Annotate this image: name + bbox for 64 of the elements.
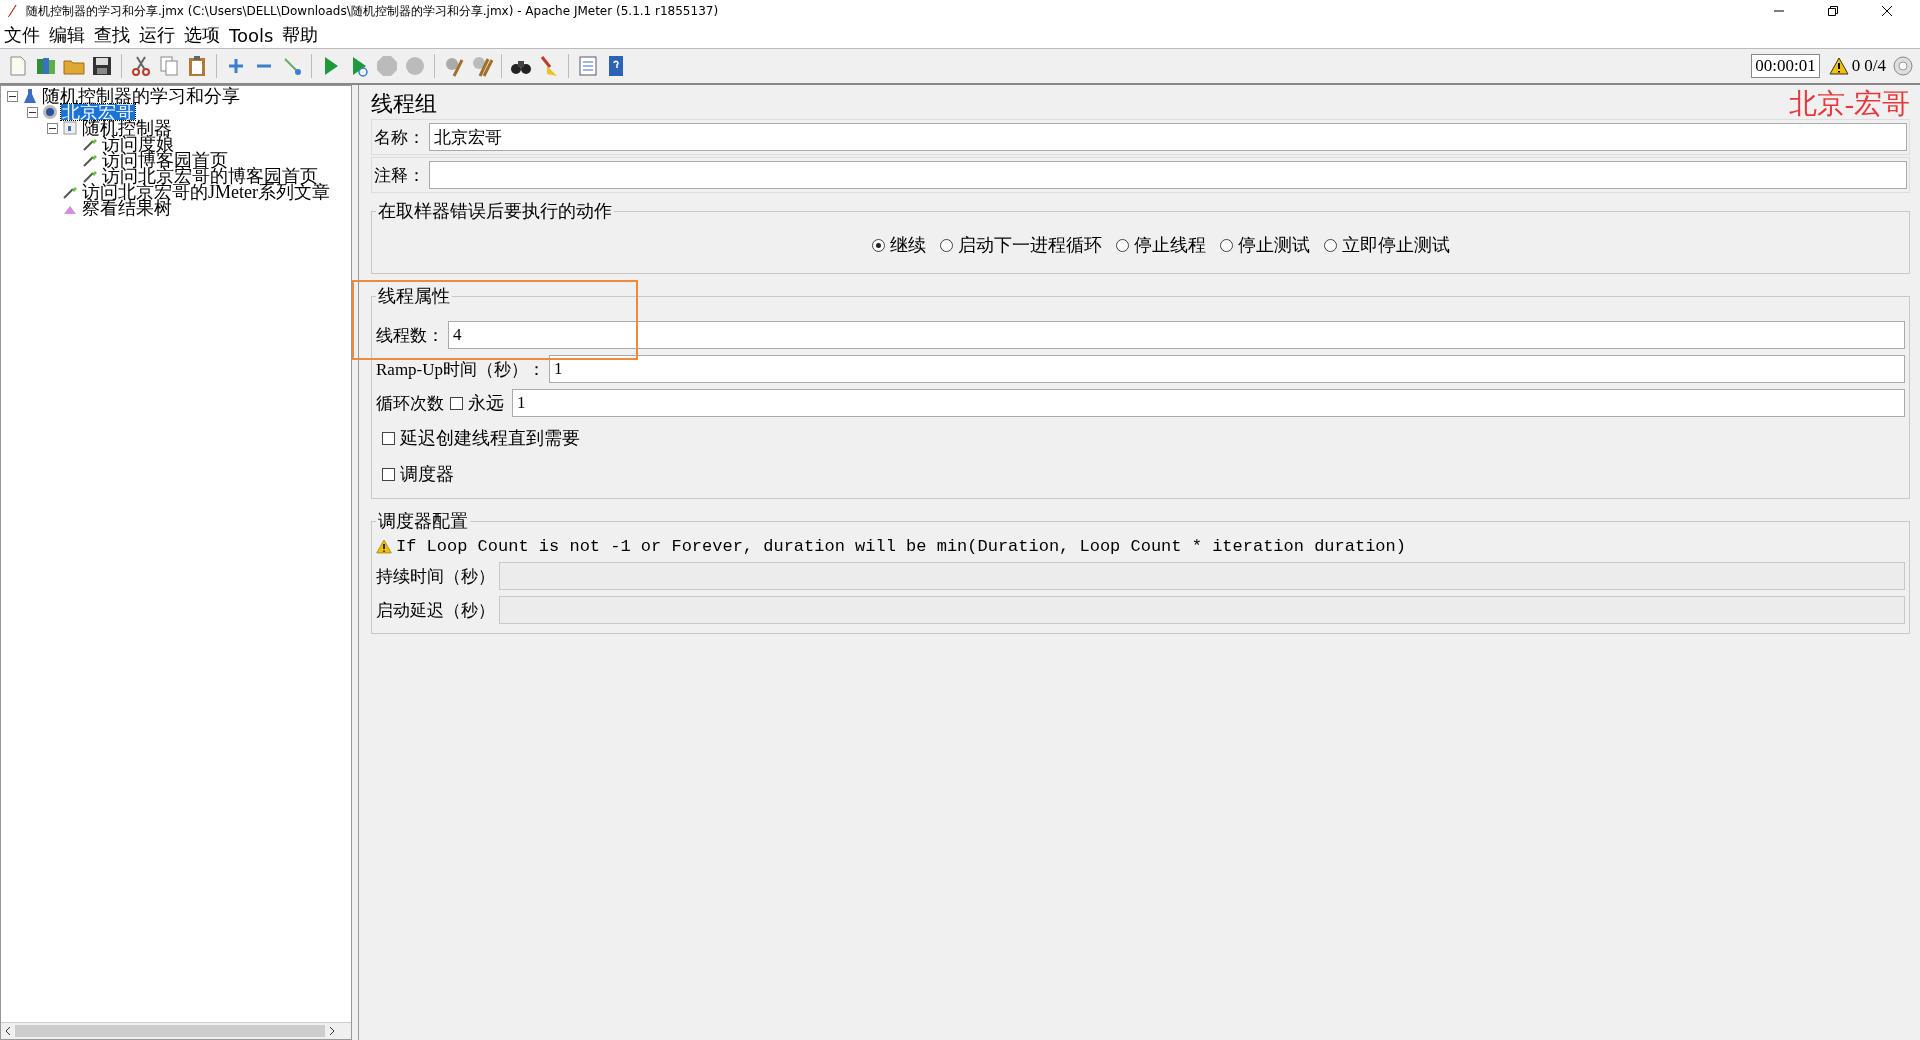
tree-item[interactable]: 随机控制器	[81, 120, 173, 136]
name-field[interactable]: 北京宏哥	[429, 123, 1907, 151]
group-title: 线程属性	[377, 285, 451, 308]
save-icon[interactable]	[90, 54, 114, 78]
menu-item[interactable]: 选项	[184, 23, 220, 47]
warning-icon	[376, 538, 392, 554]
menu-item[interactable]: 查找	[94, 23, 130, 47]
close-icon[interactable]	[1882, 6, 1892, 16]
field-label: 启动延迟（秒）	[376, 599, 495, 622]
tree-item[interactable]: 访问北京宏哥的JMeter系列文章	[81, 184, 331, 200]
tree-item[interactable]: 察看结果树	[81, 200, 173, 216]
delay-create-checkbox[interactable]: 延迟创建线程直到需要	[380, 426, 580, 450]
radio-option[interactable]: 立即停止测试	[1323, 233, 1450, 257]
menu-item[interactable]: 运行	[139, 23, 175, 47]
radio-option[interactable]: 启动下一进程循环	[939, 233, 1102, 257]
radio-option[interactable]: 继续	[871, 233, 926, 257]
pipette-icon	[82, 168, 98, 184]
tree-item[interactable]: 访问博客园首页	[101, 152, 229, 168]
tree-item[interactable]: 访问度娘	[101, 136, 175, 152]
field-label: Ramp-Up时间（秒）：	[376, 358, 546, 381]
warning-message: If Loop Count is not -1 or Forever, duration will be min(Duration, Loop Count * iteration duration)	[396, 536, 1406, 556]
restore-icon[interactable]	[1828, 6, 1838, 16]
radio-option[interactable]: 停止测试	[1219, 233, 1310, 257]
error-count: 0	[1851, 56, 1861, 76]
loop-count-field[interactable]: 1	[512, 389, 1905, 417]
menu-item[interactable]: 帮助	[282, 23, 319, 47]
status-indicator-icon	[1893, 56, 1913, 76]
tree-item[interactable]: 访问北京宏哥的博客园首页	[101, 168, 319, 184]
menu-item[interactable]: 文件	[4, 23, 40, 47]
tree-item[interactable]: 北京宏哥	[61, 104, 135, 120]
function-list-icon[interactable]	[576, 54, 600, 78]
author-mark: 北京-宏哥	[1788, 87, 1910, 121]
controller-icon	[62, 120, 78, 136]
thread-count-field[interactable]: 4	[448, 321, 1905, 349]
field-label: 名称：	[374, 126, 425, 149]
group-title: 调度器配置	[377, 510, 469, 533]
field-label: 注释：	[374, 164, 425, 187]
comment-field[interactable]	[429, 161, 1907, 189]
panel-title: 线程组	[371, 90, 437, 118]
pipette-icon	[62, 184, 78, 200]
field-label: 持续时间（秒）	[376, 565, 495, 588]
ramp-up-field[interactable]: 1	[549, 355, 1905, 383]
menu-item[interactable]: Tools	[229, 24, 274, 46]
field-label: 循环次数	[376, 392, 444, 415]
pipette-icon	[82, 152, 98, 168]
radio-option[interactable]: 停止线程	[1115, 233, 1206, 257]
menu-item[interactable]: 编辑	[49, 23, 85, 47]
flask-icon	[22, 88, 38, 104]
tree-item[interactable]: 随机控制器的学习和分享	[41, 88, 241, 104]
feather-icon	[6, 4, 18, 18]
collapse-toggle[interactable]	[7, 90, 18, 102]
scheduler-checkbox[interactable]: 调度器	[380, 462, 454, 486]
forever-checkbox[interactable]: 永远	[448, 391, 504, 415]
collapse-toggle[interactable]	[27, 106, 38, 118]
elapsed-time: 00:00:01	[1751, 54, 1820, 78]
collapse-toggle[interactable]	[47, 122, 58, 134]
cut-icon[interactable]	[129, 54, 153, 78]
warning-icon[interactable]	[1828, 56, 1849, 76]
thread-count: 0/4	[1864, 56, 1886, 76]
window-title: 随机控制器的学习和分享.jmx (C:\Users\DELL\Downloads\随机控制器的学习和分享.jmx) - Apache JMeter (5.1.1 r1855137)	[26, 2, 719, 20]
group-title: 在取样器错误后要执行的动作	[377, 200, 613, 223]
field-label: 线程数：	[376, 324, 444, 347]
horizontal-scrollbar[interactable]	[1, 1022, 351, 1039]
pipette-icon	[82, 136, 98, 152]
